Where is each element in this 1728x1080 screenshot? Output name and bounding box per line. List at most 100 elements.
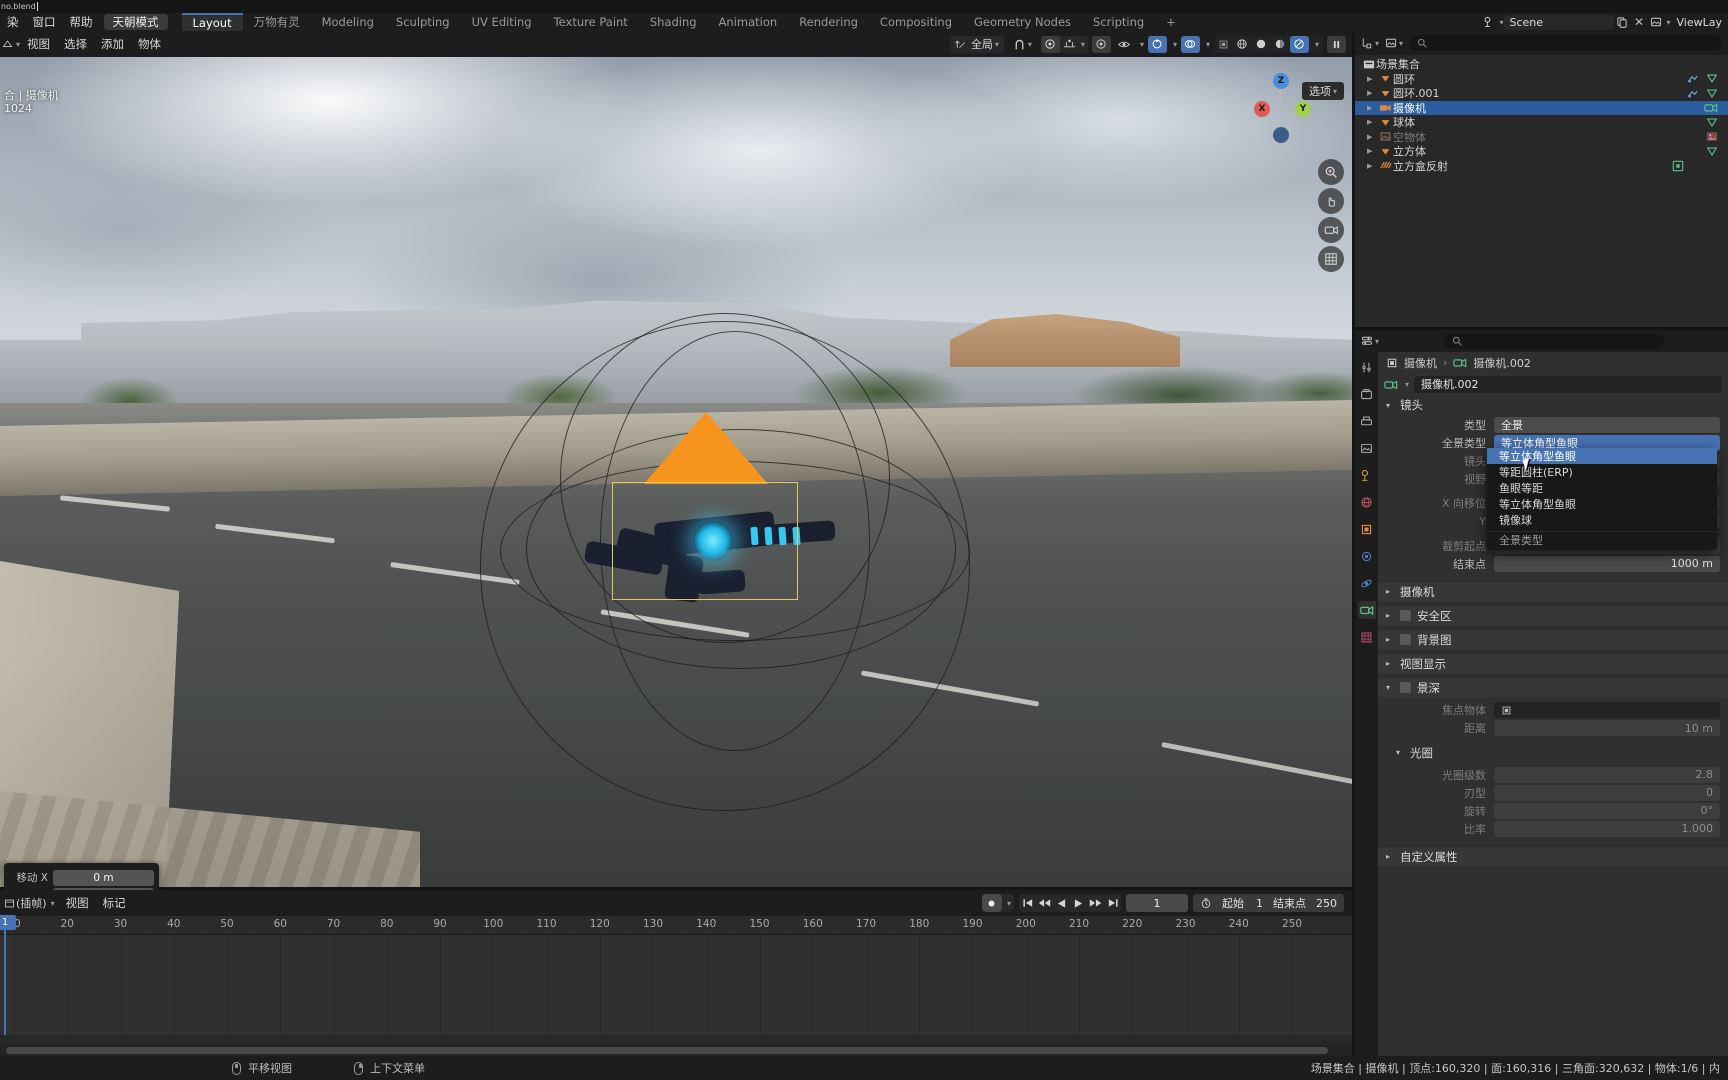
safe-areas-checkbox[interactable] [1400,610,1411,621]
image-icon[interactable] [1706,131,1718,142]
tab-tool[interactable] [1358,358,1376,376]
gizmo-icon[interactable] [1147,35,1167,53]
prop-row-ratio[interactable]: 比率 1.000 [1378,820,1728,838]
area-splitter-horizontal-left[interactable] [0,887,1352,890]
panel-header-viewport-display[interactable]: ▸ 视图显示 [1378,653,1728,673]
disclosure-triangle-icon[interactable]: ▸ [1386,611,1394,620]
prop-row-clip-end[interactable]: 结束点 1000 m [1378,555,1728,573]
tab-world[interactable] [1358,493,1376,511]
proportional-falloff-icon[interactable] [1060,36,1079,53]
chevron-down-icon[interactable]: ▾ [995,40,999,49]
next-keyframe-icon[interactable] [1087,894,1104,912]
dropdown-item-fisheye-equisolid[interactable]: 等立体角型鱼眼 [1487,496,1717,512]
view-object-types-icon[interactable] [1115,36,1134,53]
workspace-tab-scripting[interactable]: Scripting [1082,13,1155,31]
properties-editor-type-icon[interactable]: ▾ [1361,335,1379,347]
frame-start-value[interactable]: 1 [1256,897,1263,910]
operator-row-move-y[interactable]: Y 0 m [9,887,154,890]
disclosure-triangle-icon[interactable]: ▶ [1367,133,1378,141]
viewport-menu-add[interactable]: 添加 [94,36,131,52]
prop-row-type[interactable]: 类型 全景 [1378,416,1728,434]
lightprobe-data-icon[interactable] [1672,160,1684,172]
view-types-chevron-icon[interactable]: ▾ [1140,40,1144,49]
depth-of-field-checkbox[interactable] [1400,682,1411,693]
rendered-icon[interactable] [1289,35,1309,53]
properties-search-input[interactable] [1443,333,1664,349]
jump-start-icon[interactable] [1019,894,1036,912]
solid-icon[interactable] [1252,36,1271,53]
gizmo-axis-neg-z[interactable] [1273,127,1289,143]
chevron-down-icon[interactable]: ▾ [1375,39,1379,48]
prop-row-focus-distance[interactable]: 距离 10 m [1378,720,1728,737]
workspace-tab-sculpting[interactable]: Sculpting [385,13,461,31]
timeline-scrollbar-thumb[interactable] [6,1047,1328,1054]
outliner-editor[interactable]: ▾ ▾ 场景集合 ▶ 圆环 ▶ 圆环.001 ▶ 摄像机 ▶ 球体 ▶ 空物体 … [1355,31,1728,327]
panel-header-depth-of-field[interactable]: ▾ 景深 [1378,677,1728,697]
editor-type-icon[interactable] [0,39,14,50]
mesh-data-icon[interactable] [1706,117,1718,128]
operator-value-move-y[interactable]: 0 m [53,887,154,890]
timeline-track-area[interactable] [0,935,1352,1035]
camera-up-triangle[interactable] [644,412,768,484]
menu-help[interactable]: 帮助 [63,13,100,31]
timeline-ruler[interactable]: 1020304050607080901001101201301401501601… [0,916,1352,935]
shading-chevron-icon[interactable]: ▾ [1311,40,1323,49]
pivot-icon[interactable] [1091,35,1111,53]
prop-value-focus-distance[interactable]: 10 m [1494,720,1720,737]
workspace-tab-compositing[interactable]: Compositing [869,13,963,31]
prop-row-focus-object[interactable]: 焦点物体 [1378,702,1728,719]
timeline-editor[interactable]: (插帧) ▾ 视图 标记 ▾ 1 起始 1 结束点 250 20 30 40 5… [0,890,1352,1056]
tab-view-layer[interactable] [1358,439,1376,457]
wireframe-icon[interactable] [1233,36,1252,53]
dropdown-item-equirectangular[interactable]: 等距圆柱(ERP) [1487,464,1717,480]
outliner-display-mode-icon[interactable]: ▾ [1361,37,1379,49]
zoom-icon[interactable] [1318,159,1344,185]
disclosure-triangle-icon[interactable]: ▸ [1386,587,1394,596]
dropdown-item-equisolid-fisheye-active[interactable]: 等立体角型鱼眼 [1487,448,1717,464]
outliner-row-torus[interactable]: ▶ 圆环 [1355,72,1728,87]
camera-data-icon[interactable] [1704,102,1718,113]
workspace-tab-uv-editing[interactable]: UV Editing [461,13,543,31]
tab-render[interactable] [1358,385,1376,403]
panel-header-safe-areas[interactable]: ▸ 安全区 [1378,605,1728,625]
camera-frame-rect[interactable] [612,482,798,600]
chevron-down-icon[interactable]: ▾ [51,899,55,908]
viewport-3d[interactable]: ▾ 视图 选择 添加 物体 全局 ▾ ▾ ▾ ▾ ▾ ▾ ▾ 合 | 摄像机 1… [0,31,1352,890]
workspace-tab-shading[interactable]: Shading [639,13,708,31]
tab-object[interactable] [1358,520,1376,538]
panel-header-background-images[interactable]: ▸ 背景图 [1378,629,1728,649]
pan-icon[interactable] [1318,188,1344,214]
operator-row-move-x[interactable]: 移动 X 0 m [9,869,154,886]
prop-row-blades[interactable]: 刃型 0 [1378,784,1728,802]
workspace-tab-geometry-nodes[interactable]: Geometry Nodes [963,13,1082,31]
chevron-down-icon[interactable]: ▾ [1375,337,1379,346]
disclosure-triangle-icon[interactable]: ▸ [1386,635,1394,644]
outliner-row-cube[interactable]: ▶ 立方体 [1355,144,1728,159]
area-splitter-vertical[interactable] [1352,31,1355,1056]
tab-output[interactable] [1358,412,1376,430]
mesh-data-icon[interactable] [1706,88,1718,99]
outliner-filter-icon[interactable]: ▾ [1385,37,1403,49]
tab-camera-data[interactable] [1357,601,1376,619]
navigation-gizmo[interactable]: Z X Y [1245,73,1317,145]
falloff-chevron-icon[interactable]: ▾ [1081,40,1088,49]
prop-value-ratio[interactable]: 1.000 [1494,820,1720,837]
gizmo-axis-z[interactable]: Z [1273,73,1289,89]
panel-header-aperture[interactable]: ▾ 光圈 [1378,743,1728,763]
breadcrumb-object[interactable]: 摄像机 [1404,355,1437,371]
mesh-data-icon[interactable] [1706,73,1718,84]
play-icon[interactable] [1070,894,1087,912]
operator-value-move-x[interactable]: 0 m [53,869,154,886]
viewport-menu-select[interactable]: 选择 [57,36,94,52]
workspace-tab-animation[interactable]: Animation [708,13,789,31]
workspace-tab-add[interactable]: + [1155,13,1187,31]
disclosure-triangle-icon[interactable]: ▶ [1367,147,1378,155]
material-icon[interactable] [1271,36,1290,53]
prop-value-type[interactable]: 全景 [1494,416,1720,433]
outliner-row-reflection-cubemap[interactable]: ▶ 立方盒反射 [1355,159,1728,174]
disclosure-triangle-icon[interactable]: ▶ [1367,75,1378,83]
xray-icon[interactable] [1214,36,1233,53]
properties-editor[interactable]: ▾ 摄像机 › 摄像机.002 ▾ 摄像机.002 ▾ 镜头 类型 全景 全景类… [1355,330,1728,1056]
prop-row-rotation[interactable]: 旋转 0° [1378,802,1728,820]
menu-window[interactable]: 窗口 [26,13,63,31]
